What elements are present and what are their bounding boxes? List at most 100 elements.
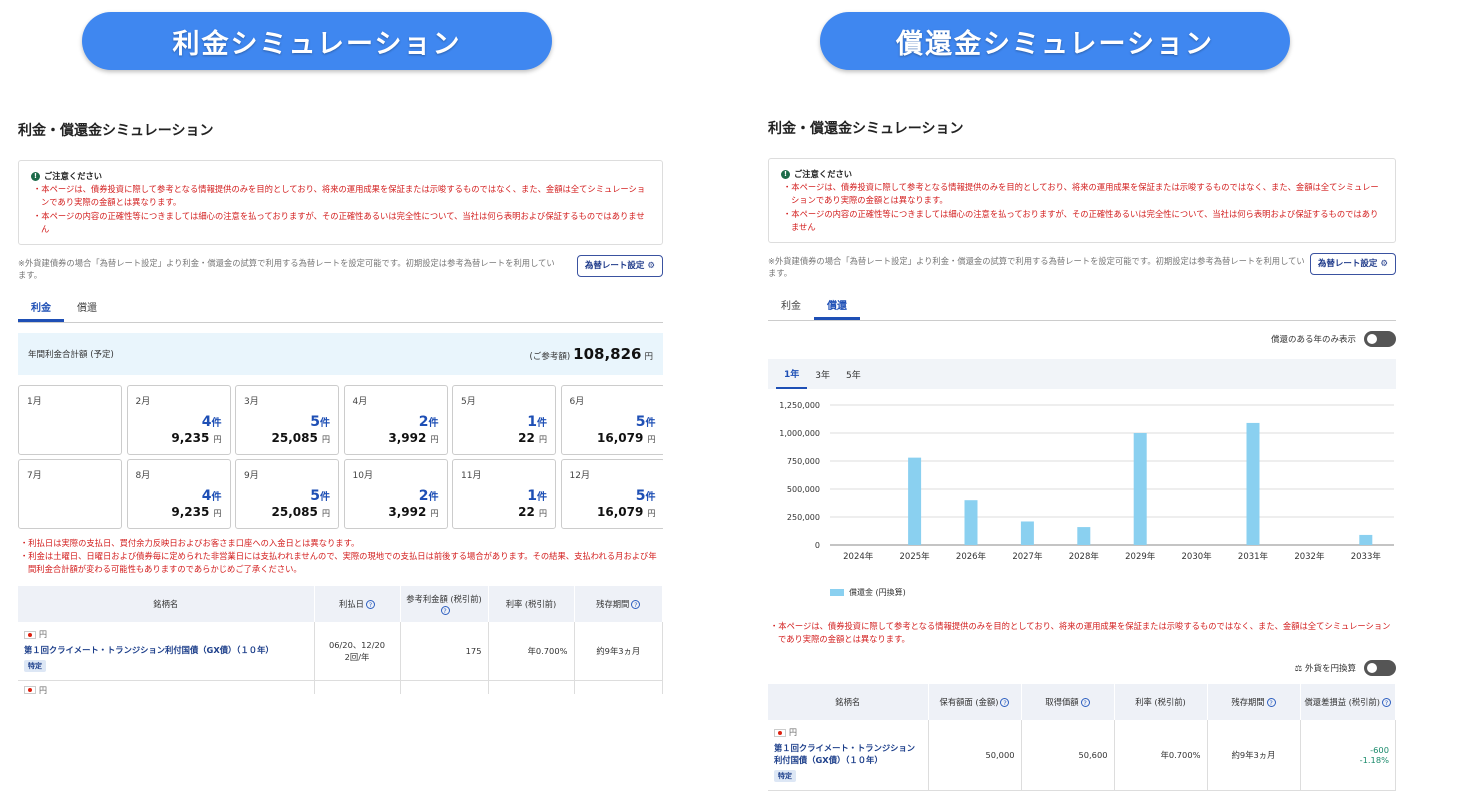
notice-heading: ! ご注意ください: [781, 168, 1385, 181]
month-cell[interactable]: 3月 5件 25,085 円: [235, 385, 339, 456]
month-cell[interactable]: 1月: [18, 385, 122, 456]
col-payday: 利払日?: [314, 586, 401, 623]
redemption-year-toggle[interactable]: [1364, 331, 1396, 348]
period-tab-5y[interactable]: 5年: [838, 359, 869, 389]
month-amount: 22 円: [518, 431, 547, 446]
notice-item: ・本ページの内容の正確性等につきましては細心の注意を払っておりますが、その正確性…: [783, 208, 1379, 232]
month-cell[interactable]: 11月 1件 22 円: [452, 459, 556, 530]
payday-cell: 06/20、12/20 2回/年: [314, 622, 401, 681]
month-amount: 25,085 円: [271, 431, 331, 446]
month-label: 2月: [135, 397, 151, 408]
warning-item: ・本ページは、債券投資に際して参考となる情報提供のみを目的としており、将来の運用…: [770, 621, 1391, 645]
currency-row: 円: [24, 685, 308, 694]
x-tick-label: 2027年: [1012, 551, 1043, 562]
face-cell: 50,000: [928, 720, 1022, 791]
pay-frequency: 2回/年: [344, 651, 370, 662]
tab-interest[interactable]: 利金: [768, 295, 814, 320]
month-label: 12月: [569, 471, 590, 482]
month-cell[interactable]: 4月 2件 3,992 円: [343, 385, 448, 456]
notice-heading-text: ご注意ください: [794, 169, 853, 179]
month-count: 1件: [527, 488, 547, 505]
y-tick-label: 250,000: [787, 513, 820, 522]
interest-panel: 利金・償還金シミュレーション ! ご注意ください ・本ページは、債券投資に際して参…: [18, 120, 663, 694]
table-row[interactable]: 円 第１回クライメート・トランジション利付国債（GX債）（１０年） 特定 50,…: [768, 720, 1396, 791]
rate-cell: 年0.700%: [488, 622, 575, 681]
help-icon[interactable]: ?: [440, 606, 450, 616]
annual-label: 年間利金合計額 (予定): [28, 350, 114, 361]
table-header-row: 銘柄名 利払日? 参考利金額 (税引前)? 利率 (税引前) 残存期間?: [18, 586, 663, 623]
fx-toggle[interactable]: [1364, 660, 1396, 677]
rate-cell: 年0.700%: [1114, 720, 1208, 791]
bond-name[interactable]: 第１回クライメート・トランジション利付国債（GX債）（１０年）: [24, 644, 308, 656]
month-cell[interactable]: 8月 4件 9,235 円: [126, 459, 231, 530]
notice-item: ・本ページの内容の正確性等につきましては細心の注意を払っておりますが、その正確性…: [33, 210, 645, 234]
japan-flag-icon: [24, 630, 36, 639]
month-cell[interactable]: 5月 1件 22 円: [452, 385, 556, 456]
alert-icon: !: [781, 170, 790, 180]
x-tick-label: 2028年: [1069, 551, 1100, 562]
chart-bar: [1133, 433, 1147, 546]
help-icon[interactable]: ?: [1266, 698, 1276, 708]
notice-box: ! ご注意ください ・本ページは、債券投資に際して参考となる情報提供のみを目的とし…: [768, 158, 1396, 244]
y-tick-label: 500,000: [787, 485, 820, 494]
month-amount: 16,079 円: [597, 431, 656, 446]
month-cell[interactable]: 12月 5件 16,079 円: [560, 459, 663, 530]
tab-redemption[interactable]: 償還: [64, 297, 110, 322]
legend-swatch: [830, 589, 844, 597]
help-icon[interactable]: ?: [365, 600, 375, 610]
help-icon[interactable]: ?: [1080, 698, 1090, 708]
month-count: 5件: [635, 488, 656, 505]
period-tab-3y[interactable]: 3年: [807, 359, 838, 389]
month-cell[interactable]: 10月 2件 3,992 円: [343, 459, 448, 530]
rate-setting-button[interactable]: 為替レート設定 ⚙: [1309, 253, 1396, 276]
table-header-row: 銘柄名 保有額面 (金額)? 取得価額? 利率 (税引前) 残存期間? 償還差損…: [768, 684, 1396, 721]
tab-interest[interactable]: 利金: [18, 297, 64, 323]
month-cell[interactable]: 2月 4件 9,235 円: [126, 385, 231, 456]
currency-row: 円: [774, 727, 922, 738]
japan-flag-icon: [774, 728, 786, 737]
month-label: 11月: [461, 471, 482, 482]
table-row[interactable]: 円: [18, 680, 663, 694]
tab-bar: 利金 償還: [18, 297, 663, 324]
rate-info: ※外貨建債券の場合「為替レート設定」より利金・償還金の試算で利用する為替レートを…: [768, 253, 1396, 279]
currency-label: 円: [39, 630, 47, 640]
month-count: 5件: [310, 488, 330, 505]
notice-item: ・本ページは、債券投資に際して参考となる情報提供のみを目的としており、将来の運用…: [783, 182, 1379, 206]
fx-toggle-row: ⚖ 外貨を円換算: [768, 660, 1396, 677]
month-cell[interactable]: 6月 5件 16,079 円: [560, 385, 663, 456]
help-icon[interactable]: ?: [631, 600, 641, 610]
redemption-year-toggle-row: 償還のある年のみ表示: [768, 331, 1396, 348]
tab-redemption[interactable]: 償還: [814, 295, 860, 321]
month-count: 1件: [527, 414, 547, 431]
notice-item: ・本ページは、債券投資に際して参考となる情報提供のみを目的としており、将来の運用…: [33, 184, 646, 208]
month-amount: 9,235 円: [171, 505, 222, 520]
currency-row: 円: [24, 629, 308, 640]
legend-label: 償還金 (円換算): [849, 588, 906, 598]
col-rate: 利率 (税引前): [488, 586, 575, 623]
x-tick-label: 2025年: [900, 551, 931, 562]
cost-cell: 50,600: [1021, 720, 1115, 791]
month-amount: 3,992 円: [388, 431, 439, 446]
col-term: 残存期間?: [574, 586, 663, 623]
redemption-simulation-banner: 償還金シミュレーション: [820, 12, 1290, 70]
warning-item: ・利金は土曜日、日曜日および債券毎に定められた非営業日には支払われませんので、実…: [20, 551, 657, 575]
pl-value: -600: [1370, 744, 1389, 755]
fx-toggle-label: ⚖ 外貨を円換算: [1294, 664, 1356, 675]
rate-text: ※外貨建債券の場合「為替レート設定」より利金・償還金の試算で利用する為替レートを…: [18, 258, 555, 281]
help-icon[interactable]: ?: [1000, 698, 1010, 708]
bond-name-cell: 円 第１回クライメート・トランジション利付国債（GX債）（１０年） 特定: [18, 622, 315, 681]
month-cell[interactable]: 7月: [18, 459, 122, 530]
account-tag: 特定: [774, 770, 796, 783]
period-tab-1y[interactable]: 1年: [776, 359, 808, 390]
bond-name[interactable]: 第１回クライメート・トランジション利付国債（GX債）（１０年）: [774, 742, 922, 766]
rate-setting-button[interactable]: 為替レート設定 ⚙: [576, 255, 663, 278]
col-amount: 参考利金額 (税引前)?: [400, 586, 489, 623]
help-icon[interactable]: ?: [1382, 698, 1391, 708]
y-tick-label: 0: [815, 541, 820, 550]
table-row[interactable]: 円 第１回クライメート・トランジション利付国債（GX債）（１０年） 特定 06/…: [18, 622, 663, 681]
month-count: 4件: [201, 414, 222, 431]
interest-warnings: ・利払日は実際の支払日、買付余力反映日およびお客さま口座への入金日とは異なります…: [18, 537, 663, 576]
month-cell[interactable]: 9月 5件 25,085 円: [235, 459, 339, 530]
month-grid: 1月 2月 4件 9,235 円 3月 5件 25,085 円 4月 2件 3,992 円 5月 1…: [18, 385, 663, 530]
month-label: 1月: [27, 397, 42, 408]
